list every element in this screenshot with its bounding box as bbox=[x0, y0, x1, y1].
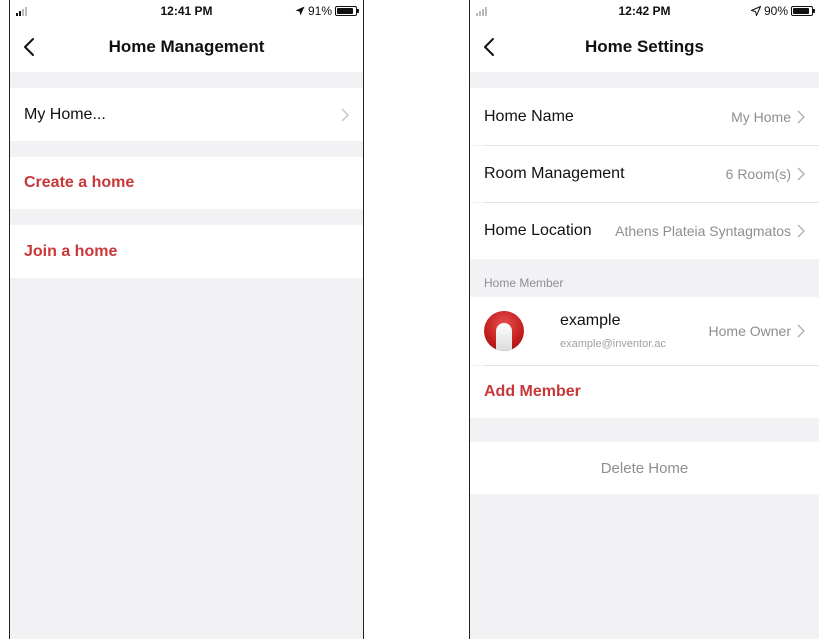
nav-bar: Home Management bbox=[10, 22, 363, 72]
home-list-item[interactable]: My Home... bbox=[10, 88, 363, 141]
page-title: Home Management bbox=[108, 37, 265, 56]
home-location-value: Athens Plateia Syntagmatos bbox=[615, 223, 791, 239]
home-name-label: Home Name bbox=[484, 107, 574, 125]
room-count-value: 6 Room(s) bbox=[725, 166, 791, 182]
status-bar: 12:42 PM 90% bbox=[470, 0, 819, 22]
home-settings-screen: 12:42 PM 90% Home Settings Home Name My … bbox=[469, 0, 819, 639]
nav-bar: Home Settings bbox=[470, 22, 819, 72]
join-home-label: Join a home bbox=[24, 242, 118, 260]
home-member-section-label: Home Member bbox=[484, 276, 564, 290]
add-member-label: Add Member bbox=[484, 383, 581, 400]
home-name-value: My Home bbox=[731, 108, 791, 125]
battery-icon bbox=[791, 6, 815, 16]
chevron-right-icon bbox=[797, 110, 805, 123]
location-arrow-icon bbox=[295, 6, 305, 16]
avatar bbox=[484, 311, 524, 351]
member-name: example bbox=[560, 312, 621, 329]
chevron-right-icon bbox=[341, 108, 349, 121]
room-management-label: Room Management bbox=[484, 165, 625, 182]
signal-icon bbox=[476, 7, 487, 16]
status-time: 12:41 PM bbox=[160, 4, 213, 18]
delete-home-button[interactable]: Delete Home bbox=[470, 442, 819, 494]
back-chevron-icon[interactable] bbox=[480, 37, 500, 57]
home-location-label: Home Location bbox=[484, 222, 592, 239]
add-member-button[interactable]: Add Member bbox=[470, 366, 819, 418]
signal-icon bbox=[16, 7, 27, 16]
status-time: 12:42 PM bbox=[618, 4, 671, 18]
create-home-button[interactable]: Create a home bbox=[10, 157, 363, 209]
home-location-row[interactable]: Home Location Athens Plateia Syntagmatos bbox=[470, 203, 819, 259]
join-home-button[interactable]: Join a home bbox=[10, 225, 363, 278]
chevron-right-icon bbox=[797, 324, 805, 338]
member-row[interactable]: example example@inventor.ac Home Owner bbox=[470, 297, 819, 365]
room-management-row[interactable]: Room Management 6 Room(s) bbox=[470, 146, 819, 202]
battery-percent: 90% bbox=[763, 4, 788, 18]
battery-percent: 91% bbox=[307, 4, 332, 18]
delete-home-label: Delete Home bbox=[600, 459, 689, 477]
create-home-label: Create a home bbox=[24, 174, 135, 191]
back-chevron-icon[interactable] bbox=[20, 37, 40, 57]
status-bar: 12:41 PM 91% bbox=[10, 0, 363, 22]
member-email: example@inventor.ac bbox=[560, 338, 666, 350]
member-role: Home Owner bbox=[708, 323, 791, 339]
home-list-item-label: My Home... bbox=[24, 105, 106, 123]
home-name-row[interactable]: Home Name My Home bbox=[470, 88, 819, 145]
chevron-right-icon bbox=[797, 167, 805, 181]
location-arrow-icon bbox=[750, 6, 761, 16]
page-title: Home Settings bbox=[584, 37, 705, 56]
battery-icon bbox=[335, 6, 359, 16]
chevron-right-icon bbox=[797, 224, 805, 238]
home-management-screen: 12:41 PM 91% Home Management My Home... … bbox=[9, 0, 364, 639]
